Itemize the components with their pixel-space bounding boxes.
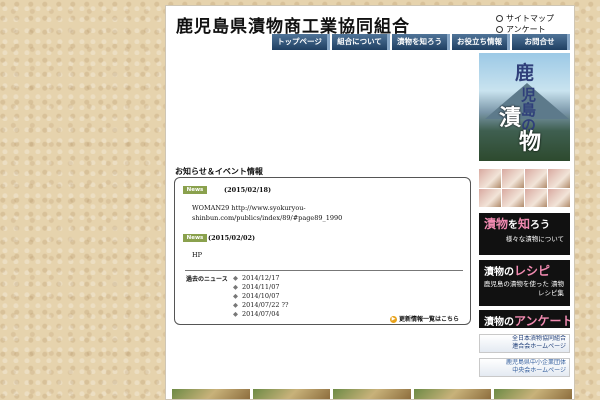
circle-bullet-icon [496,26,503,33]
diamond-bullet-icon: ◆ [233,301,238,309]
news-date: (2015/02/02) [208,234,256,242]
photo-thumb[interactable] [494,389,572,399]
past-news-item[interactable]: ◆ 2014/07/04 [233,310,289,319]
news-badge: News [183,234,207,242]
past-news-date: 2014/12/17 [242,274,280,282]
bottom-photo-row [172,389,572,399]
nav-tab-contact[interactable]: お問合せ [512,34,570,50]
survey-banner[interactable]: 漬物のアンケート [479,310,570,328]
photo-thumb[interactable] [252,389,331,399]
survey-link-label: アンケート [506,25,546,34]
link-banner-line: 鹿児島県中小企業団体 [505,359,566,366]
past-news-date: 2014/07/04 [242,310,280,318]
diamond-bullet-icon: ◆ [233,292,238,300]
diamond-bullet-icon: ◆ [233,283,238,291]
past-news-item[interactable]: ◆ 2014/10/07 [233,292,289,301]
learn-tsukemono-banner[interactable]: 漬物を知ろう 様々な漬物について [479,213,570,255]
recipe-banner[interactable]: 漬物のレシピ 鹿児島の漬物を使った 漬物レシピ集 [479,260,570,306]
past-news-label: 過去のニュース [186,276,228,283]
banner-title-part: を [508,220,519,231]
photo-thumb[interactable] [172,389,250,399]
photo-thumb [548,188,570,207]
photo-thumb [479,169,501,188]
past-news-date: 2014/10/07 [242,292,280,300]
news-heading: お知らせ＆イベント情報 [175,167,263,176]
arrow-right-icon: ▶ [390,316,397,323]
news-body[interactable]: WOMAN29 http://www.syokuryou-shinbun.com… [192,203,432,223]
photo-thumb [502,188,524,207]
news-divider [185,270,463,271]
past-news-item[interactable]: ◆ 2014/12/17 [233,274,289,283]
news-list-link-label: 更新情報一覧はこちら [399,316,460,323]
diamond-bullet-icon: ◆ [233,310,238,318]
banner-subtitle: 様々な漬物について [505,235,564,243]
past-news-date: 2014/07/22 ?? [242,301,289,309]
news-box: News (2015/02/18) WOMAN29 http://www.syo… [174,177,471,325]
banner-title: 漬物のレシピ [479,260,570,279]
chuokai-link-banner[interactable]: 鹿児島県中小企業団体 中央会ホームページ [479,358,570,377]
circle-bullet-icon [496,15,503,22]
news-badge: News [183,186,207,194]
photo-thumb [479,188,501,207]
photo-thumb [548,169,570,188]
news-list-link[interactable]: ▶ 更新情報一覧はこちら [390,314,459,323]
banner-title: 漬物を知ろう [479,213,570,232]
photo-thumb [525,169,547,188]
news-body: HP [192,251,203,259]
zen-nihon-link-banner[interactable]: 全日本漬物協同組合 連合会ホームページ [479,334,570,353]
photo-thumb[interactable] [413,389,492,399]
past-news-list: ◆ 2014/12/17 ◆ 2014/11/07 ◆ 2014/10/07 ◆ 201… [233,274,289,319]
banner-title-part: 漬物の [484,267,514,278]
photo-thumb[interactable] [333,389,411,399]
nav-tab-learn[interactable]: 漬物を知ろう [392,34,450,50]
sitemap-link[interactable]: サイトマップ [496,13,554,24]
link-banner-line: 連合会ホームページ [512,343,566,350]
link-banner-line: 全日本漬物協同組合 [511,335,566,342]
banner-title-accent: 知 [518,217,531,231]
page-container: 鹿児島県漬物商工業協同組合 サイトマップ アンケート トップページ 組合について… [165,5,575,400]
banner-title-accent: 漬物 [484,217,509,231]
nav-tab-top[interactable]: トップページ [272,34,330,50]
photo-thumb [502,169,524,188]
nav-tab-about[interactable]: 組合について [332,34,390,50]
banner-title-accent: レシピ [514,264,551,278]
news-date: (2015/02/18) [224,186,272,194]
hero-text: 漬 [499,105,522,131]
hero-text: 鹿 [515,62,535,84]
link-banner-line: 中央会ホームページ [512,367,566,374]
past-news-item[interactable]: ◆ 2014/11/07 [233,283,289,292]
sitemap-link-label: サイトマップ [506,14,554,23]
diamond-bullet-icon: ◆ [233,274,238,282]
nav-tab-useful-info[interactable]: お役立ち情報 [452,34,510,50]
photo-thumb [525,188,547,207]
photo-strip [479,169,570,207]
banner-title-part: 漬物の [484,317,514,328]
past-news-item[interactable]: ◆ 2014/07/22 ?? [233,301,289,310]
banner-title-accent: アンケート [514,314,570,328]
past-news-date: 2014/11/07 [242,283,280,291]
hero-text: 物 [519,129,542,155]
main-nav: トップページ 組合について 漬物を知ろう お役立ち情報 お問合せ [272,34,570,50]
banner-title-part: ろう [530,220,551,231]
banner-title: 漬物のアンケート [479,310,570,328]
hero-banner: 鹿 児島の 漬 物 [479,53,570,161]
banner-subtitle: 鹿児島の漬物を使った 漬物レシピ集 [483,280,564,297]
